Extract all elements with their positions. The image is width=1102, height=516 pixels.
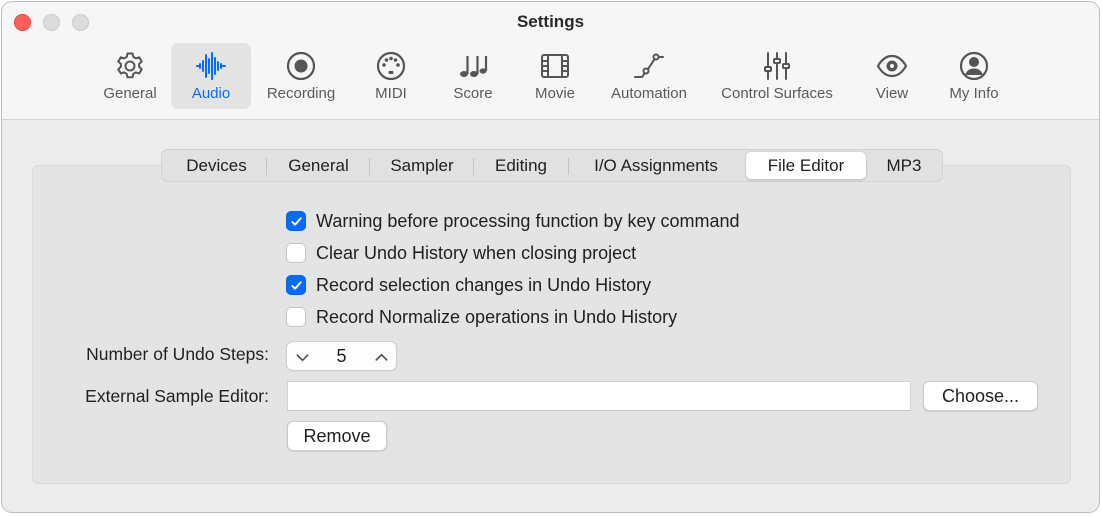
toolbar-item-automation[interactable]: Automation (602, 43, 696, 109)
option-record-normalize-operations[interactable]: Record Normalize operations in Undo Hist… (286, 305, 677, 329)
automation-curve-icon (633, 50, 665, 82)
toolbar-item-label: Automation (611, 85, 687, 102)
option-record-selection-changes[interactable]: Record selection changes in Undo History (286, 273, 651, 297)
tab-devices[interactable]: Devices (165, 152, 268, 179)
checkbox-unchecked[interactable] (286, 243, 306, 263)
external-sample-editor-label: External Sample Editor: (85, 386, 269, 406)
toolbar-item-midi[interactable]: MIDI (362, 43, 420, 109)
film-strip-icon (539, 50, 571, 82)
checkbox-checked[interactable] (286, 275, 306, 295)
toolbar-item-label: View (875, 85, 909, 102)
toolbar-item-movie[interactable]: Movie (524, 43, 586, 109)
toolbar-item-label: Score (453, 85, 493, 102)
toolbar-item-label: Movie (534, 85, 575, 102)
window-title: Settings (516, 12, 585, 31)
toolbar-item-label: Recording (266, 85, 336, 102)
tab-file-editor[interactable]: File Editor (746, 152, 866, 179)
undo-steps-label: Number of Undo Steps: (86, 344, 269, 364)
chevron-up-icon[interactable] (372, 348, 390, 366)
external-sample-editor-field[interactable] (287, 381, 911, 411)
tab-io-assignments[interactable]: I/O Assignments (569, 152, 743, 179)
checkbox-unchecked[interactable] (286, 307, 306, 327)
toolbar-item-label: Audio (191, 85, 231, 102)
settings-tab-bar: Devices General Sampler Editing I/O Assi… (161, 149, 943, 182)
waveform-icon (195, 50, 227, 82)
tab-general[interactable]: General (267, 152, 370, 179)
sliders-icon (761, 50, 793, 82)
tab-sampler[interactable]: Sampler (370, 152, 474, 179)
music-notes-icon (457, 50, 489, 82)
undo-steps-stepper[interactable]: 5 (286, 341, 397, 371)
toolbar-item-audio[interactable]: Audio (171, 43, 251, 109)
option-label: Record Normalize operations in Undo Hist… (316, 306, 678, 327)
toolbar-item-recording[interactable]: Recording (258, 43, 344, 109)
toolbar-item-label: Control Surfaces (721, 85, 833, 102)
toolbar-item-my-info[interactable]: My Info (938, 43, 1010, 109)
record-icon (285, 50, 317, 82)
option-warning-before-processing[interactable]: Warning before processing function by ke… (286, 209, 740, 233)
toolbar-item-label: General (103, 85, 157, 102)
tab-mp3[interactable]: MP3 (868, 152, 940, 179)
toolbar-item-score[interactable]: Score (442, 43, 504, 109)
remove-button[interactable]: Remove (287, 421, 387, 451)
option-label: Record selection changes in Undo History (316, 274, 652, 295)
window-toolbar: Settings General Audio Recording MIDI Sc… (2, 2, 1099, 120)
toolbar-item-general[interactable]: General (96, 43, 164, 109)
gear-icon (114, 50, 146, 82)
toolbar-item-label: MIDI (375, 85, 407, 102)
tab-editing[interactable]: Editing (474, 152, 568, 179)
choose-button[interactable]: Choose... (923, 381, 1038, 411)
settings-window: Settings General Audio Recording MIDI Sc… (1, 1, 1100, 513)
checkmark-icon (290, 216, 302, 226)
option-label: Warning before processing function by ke… (316, 210, 740, 231)
checkmark-icon (290, 280, 302, 290)
option-label: Clear Undo History when closing project (316, 242, 637, 263)
toolbar-item-label: My Info (949, 85, 999, 102)
option-clear-undo-history[interactable]: Clear Undo History when closing project (286, 241, 636, 265)
midi-port-icon (375, 50, 407, 82)
eye-icon (876, 50, 908, 82)
toolbar-item-control-surfaces[interactable]: Control Surfaces (708, 43, 846, 109)
toolbar-item-view[interactable]: View (862, 43, 922, 109)
checkbox-checked[interactable] (286, 211, 306, 231)
person-icon (958, 50, 990, 82)
